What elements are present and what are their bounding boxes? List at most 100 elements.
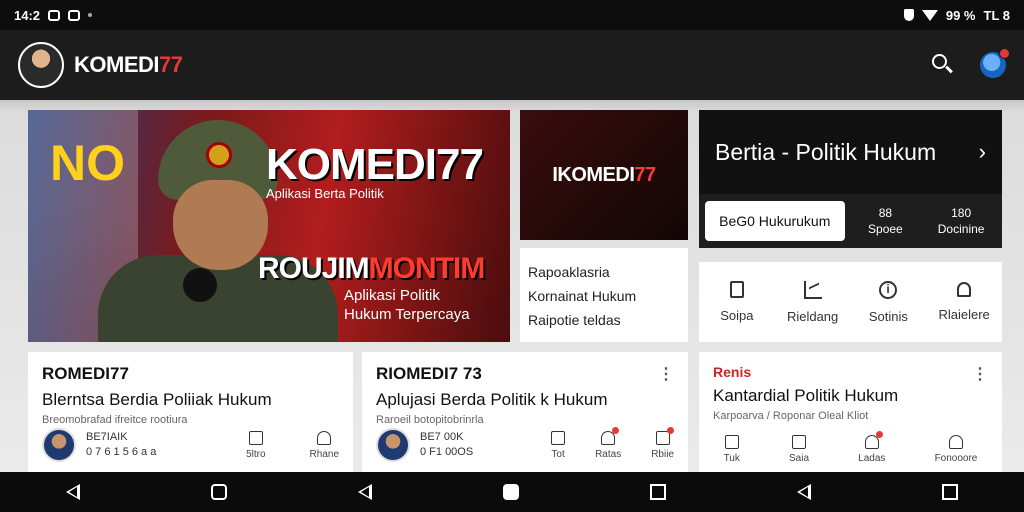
author-avatar[interactable] [376,428,410,462]
card-action[interactable]: Ratas [595,426,621,460]
action-item[interactable]: Soipa [699,262,775,342]
card-actions: 5ltro Rhane [246,430,339,460]
bookmark-icon [729,281,744,298]
app-bar: KOMEDI77 [0,30,1024,100]
card-action-label: Rhane [309,448,339,460]
stat-label: Spoee [868,222,903,236]
more-options-icon[interactable]: ⋮ [972,364,988,384]
action-item[interactable]: Sotinis [851,262,927,342]
hero-title: KOMEDI77 [266,140,484,189]
brand-name: KOMEDI [74,52,160,77]
card-footer: BE7IAIK 0 7 6 1 5 6 a a 5ltro Rhane [42,428,339,462]
promo-line: Rapoaklasria [528,264,610,280]
author-avatar[interactable] [42,428,76,462]
status-time: 14:2 [14,7,41,23]
stat-item[interactable]: 88 Spoee [851,201,921,241]
chevron-right-icon[interactable]: › [979,139,986,165]
action-grid: Soipa Rieldang Sotinis Rlaielere [699,262,1002,342]
card-meta: Raroeil botopitobrinrla [376,414,484,426]
card-action[interactable]: Ladas [858,431,886,464]
card-action-label: 5ltro [246,448,266,460]
author-meta: 0 F1 00OS [420,446,474,458]
back-icon[interactable] [65,484,80,500]
action-item[interactable]: Rlaielere [926,262,1002,342]
action-label: Rieldang [786,308,839,324]
bell-icon [601,426,620,445]
hero-tagline-line1: Aplikasi Politik [344,287,440,304]
card-action[interactable]: Rbiie [651,426,674,460]
card-meta: Karpoarva / Roponar Oleal Kliot [713,410,869,422]
hero-headline: ROUJIMMONTIM [258,252,486,286]
app-screen: 14:2 99 % TL 8 KOMEDI77 NO KOMEDI77 Apli… [0,0,1024,512]
card-action[interactable]: Saia [789,435,809,464]
bell-icon [864,431,883,449]
action-label: Sotinis [868,308,908,324]
card-action[interactable]: Rhane [309,430,339,460]
app-brand: KOMEDI77 [74,52,183,78]
share-icon [317,430,332,445]
hero-banner[interactable]: NO KOMEDI77 Aplikasi Berta Politik ROUJI… [28,110,510,342]
card-headline[interactable]: Aplujasi Berda Politik k Hukum [376,390,674,410]
action-label: Rlaielere [938,307,990,322]
hero-headline-red: MONTIM [368,252,486,285]
card-footer: BE7 00K 0 F1 00OS Tot Ratas Rbiie [376,426,674,462]
card-source: Renis [713,364,752,380]
promo-line: Kornainat Hukum [528,288,637,304]
card-headline[interactable]: Blerntsa Berdia Poliiak Hukum [42,390,339,410]
more-options-icon[interactable]: ⋮ [658,364,674,384]
back-icon[interactable] [357,484,372,500]
promo-brand: IKOMEDI77 [552,163,656,186]
filter-button[interactable]: BeG0 Hukurukum [705,201,845,241]
stat-item[interactable]: 180 Docinine [926,201,996,241]
bell-icon [957,282,972,297]
card-actions: Tuk Saia Ladas Fonooore [699,431,1002,464]
author-meta: 0 7 6 1 5 6 a a [86,446,157,458]
author-name: BE7 00K [420,431,464,443]
promo-card[interactable]: IKOMEDI77 [520,110,688,240]
card-headline[interactable]: Kantardial Politik Hukum [713,386,988,406]
stat-value: 88 [878,206,893,220]
card-action-label: Tuk [723,453,740,464]
hero-headline-white: ROUJIM [258,252,370,285]
shield-icon [903,9,914,21]
card-action-label: Ladas [858,453,886,464]
chat-icon [792,435,807,449]
back-icon[interactable] [797,484,812,500]
wifi-icon [921,9,938,21]
card-action-label: Fonooore [934,453,978,464]
profile-button[interactable] [980,48,1010,78]
brand-accent: 77 [159,52,183,77]
chart-icon [803,280,822,299]
action-item[interactable]: Rieldang [775,262,851,342]
card-action[interactable]: Tot [551,430,566,460]
search-icon[interactable] [928,50,958,80]
news-card[interactable]: RIOMEDI7 73 ⋮ Aplujasi Berda Politik k H… [362,352,688,472]
message-icon [68,9,81,21]
author-info: BE7IAIK 0 7 6 1 5 6 a a [86,430,156,460]
card-action[interactable]: Fonooore [934,435,978,464]
home-icon[interactable] [210,484,227,500]
recent-apps-icon[interactable] [650,484,667,500]
author-name: BE7IAIK [86,431,128,443]
card-action[interactable]: 5ltro [246,430,266,460]
hero-tagline: Aplikasi Politik Hukum Terpercaya [344,286,504,324]
card-action-label: Rbiie [651,448,674,460]
switch-app-icon[interactable] [942,484,959,500]
card-action[interactable]: Tuk [724,435,740,464]
promo-line: Raipotie teldas [528,312,621,328]
stat-label: Docinine [937,222,985,236]
person-icon [948,435,963,449]
category-header[interactable]: Bertia - Politik Hukum › [699,110,1002,194]
promo-text-panel[interactable]: Rapoaklasria Kornainat Hukum Raipotie te… [520,248,688,342]
microphone-icon [183,268,217,302]
comment-icon [551,430,566,445]
info-icon [879,280,898,299]
category-title: Bertia - Politik Hukum [715,138,937,165]
category-filter-bar: BeG0 Hukurukum 88 Spoee 180 Docinine [699,194,1002,248]
channel-avatar[interactable] [18,42,64,88]
card-meta: Breomobrafad ifreitce rootiura [42,414,188,426]
home-icon[interactable] [502,484,519,500]
news-card[interactable]: ROMEDI77 Blerntsa Berdia Poliiak Hukum B… [28,352,353,472]
news-card[interactable]: Renis ⋮ Kantardial Politik Hukum Karpoar… [699,352,1002,472]
card-source: ROMEDI77 [42,364,129,383]
